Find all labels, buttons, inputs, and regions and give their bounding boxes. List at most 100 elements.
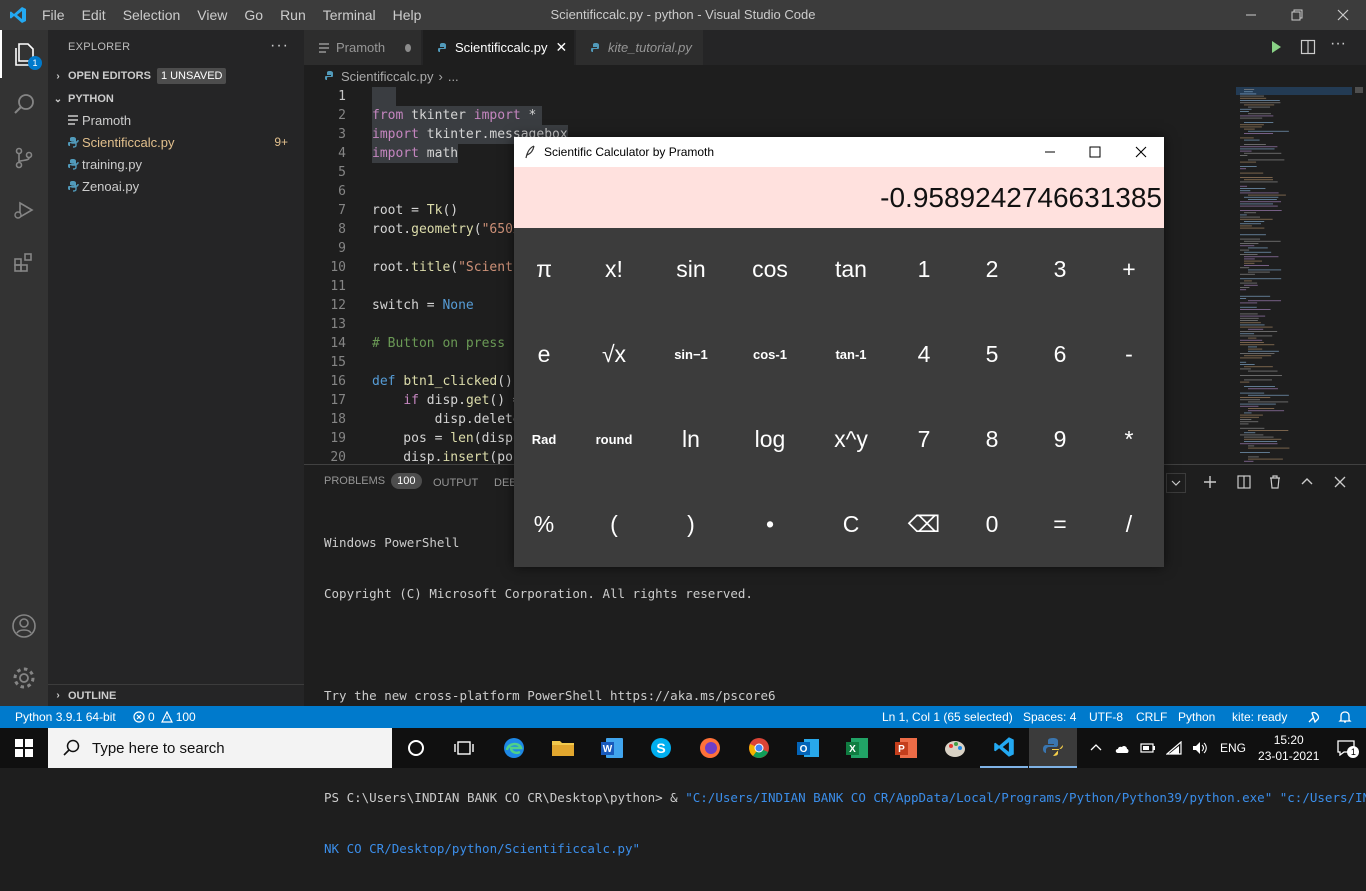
terminal-dropdown[interactable] (1166, 473, 1186, 493)
calc-key-1-5[interactable]: 4 (888, 324, 960, 384)
calc-key-1-6[interactable]: 5 (956, 324, 1028, 384)
onedrive-cloud-icon[interactable] (1114, 742, 1130, 754)
menu-item-help[interactable]: Help (393, 7, 422, 23)
menu-item-selection[interactable]: Selection (123, 7, 181, 23)
run-debug-icon[interactable] (0, 186, 48, 234)
split-editor-icon[interactable] (1300, 39, 1316, 55)
outlook-icon[interactable]: O (784, 728, 832, 768)
close-tab-icon[interactable]: ✕ (555, 39, 567, 56)
calc-minimize-button[interactable] (1027, 137, 1072, 167)
chrome-icon[interactable] (735, 728, 783, 768)
restore-button[interactable] (1274, 0, 1320, 30)
calc-key-2-2[interactable]: ln (655, 409, 727, 469)
run-file-icon[interactable] (1268, 39, 1284, 55)
more-actions-icon[interactable]: ··· (270, 37, 289, 55)
powerpoint-icon[interactable]: P (882, 728, 930, 768)
notifications-icon[interactable]: 1 (1337, 740, 1360, 758)
file-item-zenoai[interactable]: Zenoai.py (48, 175, 304, 197)
chevron-up-icon[interactable] (1090, 742, 1102, 754)
firefox-icon[interactable] (686, 728, 734, 768)
minimize-button[interactable] (1228, 0, 1274, 30)
calc-key-2-8[interactable]: * (1093, 409, 1165, 469)
calc-key-0-6[interactable]: 2 (956, 239, 1028, 299)
menu-item-view[interactable]: View (197, 7, 227, 23)
tab-output[interactable]: OUTPUT (433, 477, 478, 489)
calc-key-0-0[interactable]: π (508, 239, 580, 299)
outline-section[interactable]: › OUTLINE (48, 684, 304, 706)
calc-key-1-4[interactable]: tan-1 (815, 324, 887, 384)
excel-icon[interactable]: X (833, 728, 881, 768)
calc-key-2-5[interactable]: 7 (888, 409, 960, 469)
calc-key-0-4[interactable]: tan (815, 239, 887, 299)
menu-item-go[interactable]: Go (244, 7, 263, 23)
calc-close-button[interactable] (1118, 137, 1163, 167)
settings-gear-icon[interactable] (0, 654, 48, 702)
windows-start-icon[interactable] (0, 728, 48, 768)
calc-key-1-8[interactable]: - (1093, 324, 1165, 384)
file-item-scientificcalc[interactable]: Scientificcalc.py 9+ (48, 131, 304, 153)
vscode-taskbar-icon[interactable] (980, 728, 1028, 768)
calc-key-1-7[interactable]: 6 (1024, 324, 1096, 384)
unsaved-dot-icon[interactable] (405, 43, 411, 52)
menu-item-edit[interactable]: Edit (82, 7, 106, 23)
calc-key-0-3[interactable]: cos (734, 239, 806, 299)
vscode-logo-icon[interactable] (9, 6, 27, 24)
menu-item-file[interactable]: File (42, 7, 65, 23)
trash-icon[interactable] (1268, 475, 1282, 489)
calc-key-3-3[interactable]: • (734, 494, 806, 554)
language-indicator[interactable]: ENG (1220, 741, 1246, 755)
file-item-pramoth[interactable]: Pramoth (48, 109, 304, 131)
calc-key-3-8[interactable]: / (1093, 494, 1165, 554)
battery-icon[interactable] (1140, 742, 1156, 754)
account-icon[interactable] (0, 602, 48, 650)
calc-key-3-2[interactable]: ) (655, 494, 727, 554)
tab-problems[interactable]: PROBLEMS 100 (324, 473, 422, 489)
calc-key-3-1[interactable]: ( (578, 494, 650, 554)
calc-key-3-6[interactable]: 0 (956, 494, 1028, 554)
search-icon[interactable] (0, 80, 48, 128)
wifi-icon[interactable] (1166, 741, 1182, 755)
calc-key-0-5[interactable]: 1 (888, 239, 960, 299)
breadcrumb-more[interactable]: ... (448, 69, 459, 84)
skype-icon[interactable]: S (637, 728, 685, 768)
calc-key-3-5[interactable]: ⌫ (888, 494, 960, 554)
breadcrumb-file[interactable]: Scientificcalc.py (341, 69, 433, 84)
close-window-button[interactable] (1320, 0, 1366, 30)
source-control-icon[interactable] (0, 134, 48, 182)
calc-key-2-4[interactable]: x^y (815, 409, 887, 469)
python-interpreter[interactable]: Python 3.9.1 64-bit (15, 706, 116, 728)
tab-scientificcalc[interactable]: Scientificcalc.py ✕ (423, 30, 575, 65)
calc-key-1-3[interactable]: cos-1 (734, 324, 806, 384)
tab-kite-tutorial[interactable]: kite_tutorial.py (576, 30, 704, 65)
split-terminal-icon[interactable] (1237, 475, 1251, 489)
calc-key-0-1[interactable]: x! (578, 239, 650, 299)
calc-key-3-0[interactable]: % (508, 494, 580, 554)
calculator-display[interactable]: -0.9589242746631385 (514, 167, 1164, 228)
calc-key-1-2[interactable]: sin−1 (655, 324, 727, 384)
new-terminal-icon[interactable] (1203, 475, 1217, 489)
volume-icon[interactable] (1192, 741, 1208, 755)
python-taskbar-icon[interactable] (1029, 728, 1077, 768)
open-editors-section[interactable]: › OPEN EDITORS 1 UNSAVED (48, 65, 304, 87)
minimap[interactable] (1236, 87, 1352, 464)
line-ending[interactable]: CRLF (1136, 706, 1167, 728)
indentation[interactable]: Spaces: 4 (1023, 706, 1076, 728)
calc-key-0-8[interactable]: + (1093, 239, 1165, 299)
taskbar-search[interactable]: Type here to search (48, 728, 392, 768)
tab-pramoth[interactable]: Pramoth (304, 30, 422, 65)
calc-key-2-3[interactable]: log (734, 409, 806, 469)
calc-key-0-2[interactable]: sin (655, 239, 727, 299)
file-item-training[interactable]: training.py (48, 153, 304, 175)
more-actions-icon[interactable]: ··· (1330, 35, 1346, 53)
extensions-icon[interactable] (0, 238, 48, 286)
file-explorer-icon[interactable] (539, 728, 587, 768)
menu-item-terminal[interactable]: Terminal (323, 7, 376, 23)
cursor-position[interactable]: Ln 1, Col 1 (65 selected) (882, 706, 1013, 728)
editor-scrollbar[interactable] (1352, 87, 1366, 464)
cortana-icon[interactable] (392, 728, 440, 768)
maximize-panel-icon[interactable] (1300, 475, 1314, 489)
calc-key-1-1[interactable]: √x (578, 324, 650, 384)
calc-key-2-6[interactable]: 8 (956, 409, 1028, 469)
calc-key-3-7[interactable]: = (1024, 494, 1096, 554)
explorer-icon[interactable]: 1 (0, 30, 48, 78)
